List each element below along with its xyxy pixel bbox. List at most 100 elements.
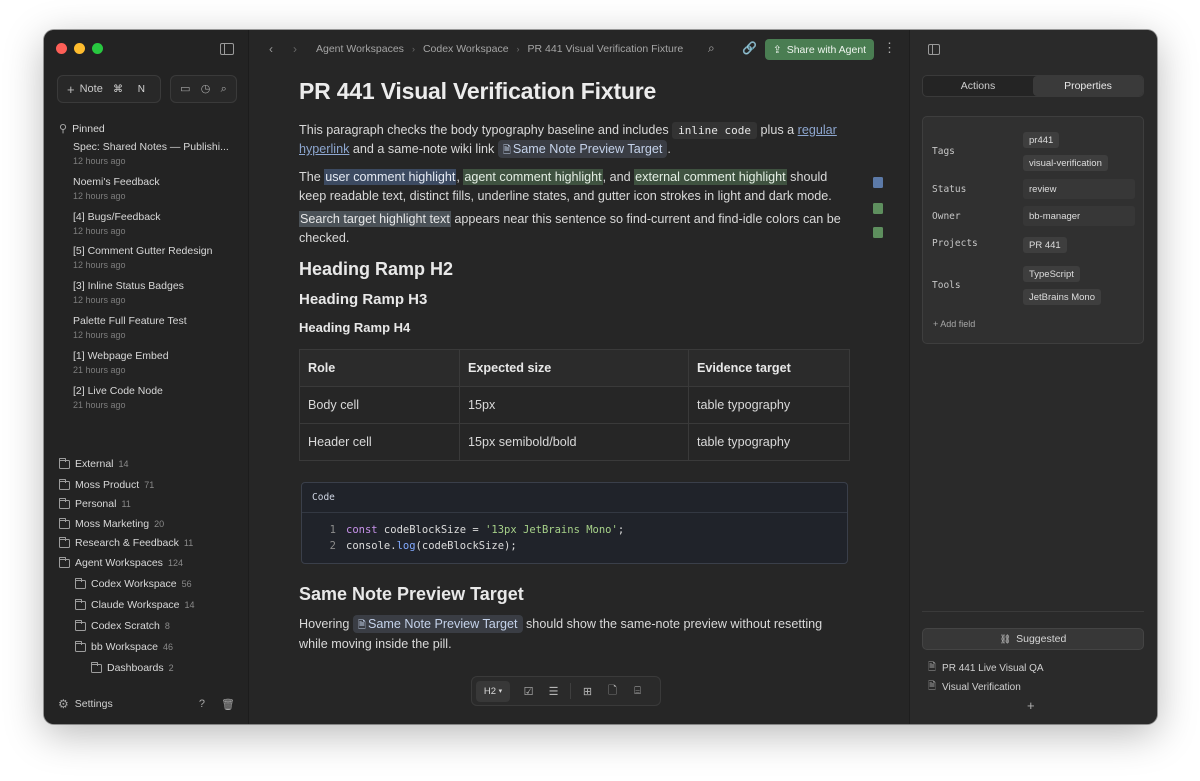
suggested-item[interactable]: 🗎 PR 441 Live Visual QA: [928, 660, 1044, 677]
folder-dashboards[interactable]: Dashboards 2: [91, 661, 174, 674]
heading-h3[interactable]: Heading Ramp H3: [299, 291, 427, 308]
history-icon[interactable]: ◷: [201, 83, 211, 95]
pinned-item[interactable]: Spec: Shared Notes — Publishi... 12 hour…: [73, 141, 243, 166]
pinned-item[interactable]: [4] Bugs/Feedback 12 hours ago: [73, 211, 243, 236]
link-icon[interactable]: 🔗: [742, 41, 757, 55]
tag-chip[interactable]: pr441: [1023, 132, 1060, 148]
folder-external[interactable]: External 14: [59, 457, 129, 470]
pinned-item[interactable]: [5] Comment Gutter Redesign 12 hours ago: [73, 245, 243, 270]
zoom-window-button[interactable]: [92, 43, 103, 54]
breadcrumb-item[interactable]: Codex Workspace: [423, 43, 509, 55]
folder-icon[interactable]: ▭: [180, 83, 190, 95]
folder-research-feedback[interactable]: Research & Feedback 11: [59, 536, 193, 549]
heading-h2[interactable]: Heading Ramp H2: [299, 259, 453, 280]
table-header-cell[interactable]: Expected size: [459, 349, 689, 387]
folder-agent-workspaces[interactable]: Agent Workspaces 124: [59, 556, 183, 569]
suggested-button[interactable]: ⛓ Suggested: [922, 628, 1144, 650]
table-header-cell[interactable]: Role: [299, 349, 460, 387]
breadcrumb-item[interactable]: Agent Workspaces: [316, 43, 404, 55]
text-run: and a same-note wiki link: [349, 142, 498, 156]
tool-chip[interactable]: JetBrains Mono: [1023, 289, 1102, 305]
pinned-item[interactable]: [1] Webpage Embed 21 hours ago: [73, 350, 243, 375]
gear-icon[interactable]: ⚙: [58, 697, 69, 711]
paragraph-typography[interactable]: This paragraph checks the body typograph…: [299, 121, 851, 160]
close-window-button[interactable]: [56, 43, 67, 54]
pin-icon: ⚲: [59, 122, 68, 135]
tab-actions[interactable]: Actions: [923, 76, 1033, 96]
heading-preview-target[interactable]: Same Note Preview Target: [299, 584, 524, 605]
folder-count: 56: [181, 579, 192, 589]
insert-block-icon[interactable]: ⊞: [575, 685, 600, 698]
folder-moss-product[interactable]: Moss Product 71: [59, 478, 154, 491]
wiki-link-pill[interactable]: 🗎 Same Note Preview Target: [352, 615, 523, 633]
pinned-header[interactable]: ⚲ Pinned: [59, 123, 105, 135]
user-comment-highlight[interactable]: user comment highlight: [324, 169, 457, 185]
minimize-window-button[interactable]: [74, 43, 85, 54]
panel-toggle-icon[interactable]: [928, 44, 940, 55]
sidebar-toggle-icon[interactable]: [220, 43, 234, 55]
settings-link[interactable]: Settings: [75, 698, 113, 710]
agent-comment-highlight[interactable]: agent comment highlight: [463, 169, 603, 185]
folder-icon: [59, 517, 70, 529]
add-suggestion-icon[interactable]: +: [1027, 698, 1035, 713]
code-block[interactable]: Code 1 const codeBlockSize = '13px JetBra…: [301, 482, 848, 564]
search-icon[interactable]: ⌕: [708, 41, 715, 56]
table-cell[interactable]: table typography: [688, 423, 850, 461]
checkbox-icon[interactable]: ☑: [516, 685, 541, 698]
embed-icon[interactable]: ⌸: [625, 685, 650, 698]
document-icon[interactable]: 🗋: [600, 682, 625, 701]
page-title[interactable]: PR 441 Visual Verification Fixture: [299, 78, 656, 105]
suggested-item[interactable]: 🗎 Visual Verification: [928, 679, 1021, 696]
pinned-item[interactable]: Palette Full Feature Test 12 hours ago: [73, 315, 243, 340]
folder-personal[interactable]: Personal 11: [59, 497, 131, 510]
folder-claude-workspace[interactable]: Claude Workspace 14: [75, 598, 195, 611]
external-comment-highlight[interactable]: external comment highlight: [634, 169, 787, 185]
more-options-icon[interactable]: ⋮: [883, 40, 896, 56]
pinned-item[interactable]: [2] Live Code Node 21 hours ago: [73, 385, 243, 410]
paragraph-highlights[interactable]: The user comment highlight, agent commen…: [299, 168, 851, 206]
table-cell[interactable]: 15px: [459, 386, 689, 424]
status-field[interactable]: review: [1023, 179, 1135, 199]
back-arrow-icon[interactable]: ‹: [269, 42, 273, 56]
breadcrumb: Agent Workspaces › Codex Workspace › PR …: [316, 43, 683, 55]
user-comment-gutter-icon[interactable]: [873, 177, 883, 188]
heading-h4[interactable]: Heading Ramp H4: [299, 320, 410, 335]
tool-chip[interactable]: TypeScript: [1023, 266, 1080, 282]
agent-comment-gutter-icon[interactable]: [873, 203, 883, 214]
list-icon[interactable]: ☰: [541, 685, 566, 698]
heading-level-select[interactable]: H2 ▾: [476, 680, 510, 702]
table-cell[interactable]: Header cell: [299, 423, 460, 461]
external-comment-gutter-icon[interactable]: [873, 227, 883, 238]
forward-arrow-icon[interactable]: ›: [293, 42, 297, 56]
folder-codex-scratch[interactable]: Codex Scratch 8: [75, 619, 170, 632]
folder-bb-workspace[interactable]: bb Workspace 46: [75, 640, 173, 653]
table-header-cell[interactable]: Evidence target: [688, 349, 850, 387]
wiki-link-pill[interactable]: 🗎 Same Note Preview Target: [497, 140, 668, 158]
project-chip[interactable]: PR 441: [1023, 237, 1067, 253]
share-with-agent-button[interactable]: ⇪ Share with Agent: [765, 39, 874, 60]
add-field-button[interactable]: + Add field: [933, 319, 975, 329]
table-cell[interactable]: Body cell: [299, 386, 460, 424]
folder-codex-workspace[interactable]: Codex Workspace 56: [75, 577, 192, 590]
suggested-item-label: Visual Verification: [942, 682, 1021, 693]
paragraph-search[interactable]: Search target highlight text appears nea…: [299, 210, 851, 248]
pinned-item[interactable]: [3] Inline Status Badges 12 hours ago: [73, 280, 243, 305]
folder-icon: [75, 577, 86, 589]
folder-moss-marketing[interactable]: Moss Marketing 20: [59, 517, 164, 530]
pinned-item[interactable]: Noemi's Feedback 12 hours ago: [73, 176, 243, 201]
pinned-item-time: 21 hours ago: [73, 400, 126, 410]
trash-icon[interactable]: 🗑: [221, 698, 235, 711]
paragraph-hover[interactable]: Hovering 🗎 Same Note Preview Target shoul…: [299, 615, 851, 654]
document-icon: 🗎: [357, 620, 366, 631]
new-note-button[interactable]: + Note ⌘ N: [57, 75, 161, 103]
folder-name: External: [75, 458, 114, 470]
help-icon[interactable]: ?: [199, 698, 205, 711]
breadcrumb-item[interactable]: PR 441 Visual Verification Fixture: [528, 43, 684, 55]
table-cell[interactable]: 15px semibold/bold: [459, 423, 689, 461]
search-icon[interactable]: ⌕: [221, 83, 227, 95]
owner-field[interactable]: bb-manager: [1023, 206, 1135, 226]
tag-chip[interactable]: visual-verification: [1023, 155, 1108, 171]
tab-properties[interactable]: Properties: [1033, 76, 1143, 96]
table-cell[interactable]: table typography: [688, 386, 850, 424]
code-function: log: [396, 540, 416, 552]
